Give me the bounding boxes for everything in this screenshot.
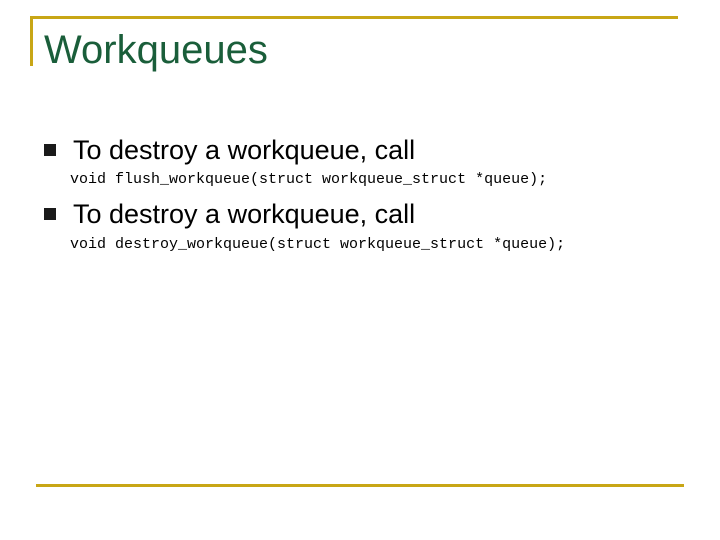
bullet-text-1: To destroy a workqueue, call [73, 135, 416, 165]
bullet-text-2: To destroy a workqueue, call [73, 199, 416, 229]
slide-frame-bottom-rule [36, 484, 684, 487]
bullet-item-1: To destroy a workqueue, call [44, 134, 415, 166]
code-line-2: void destroy_workqueue(struct workqueue_… [70, 236, 566, 253]
square-bullet-icon [44, 144, 56, 156]
slide-title: Workqueues [44, 28, 268, 72]
bullet-item-2: To destroy a workqueue, call [44, 198, 415, 230]
code-line-1: void flush_workqueue(struct workqueue_st… [70, 171, 548, 188]
slide-frame-left-rule [30, 16, 33, 66]
square-bullet-icon [44, 208, 56, 220]
slide-frame-top-rule [30, 16, 678, 19]
